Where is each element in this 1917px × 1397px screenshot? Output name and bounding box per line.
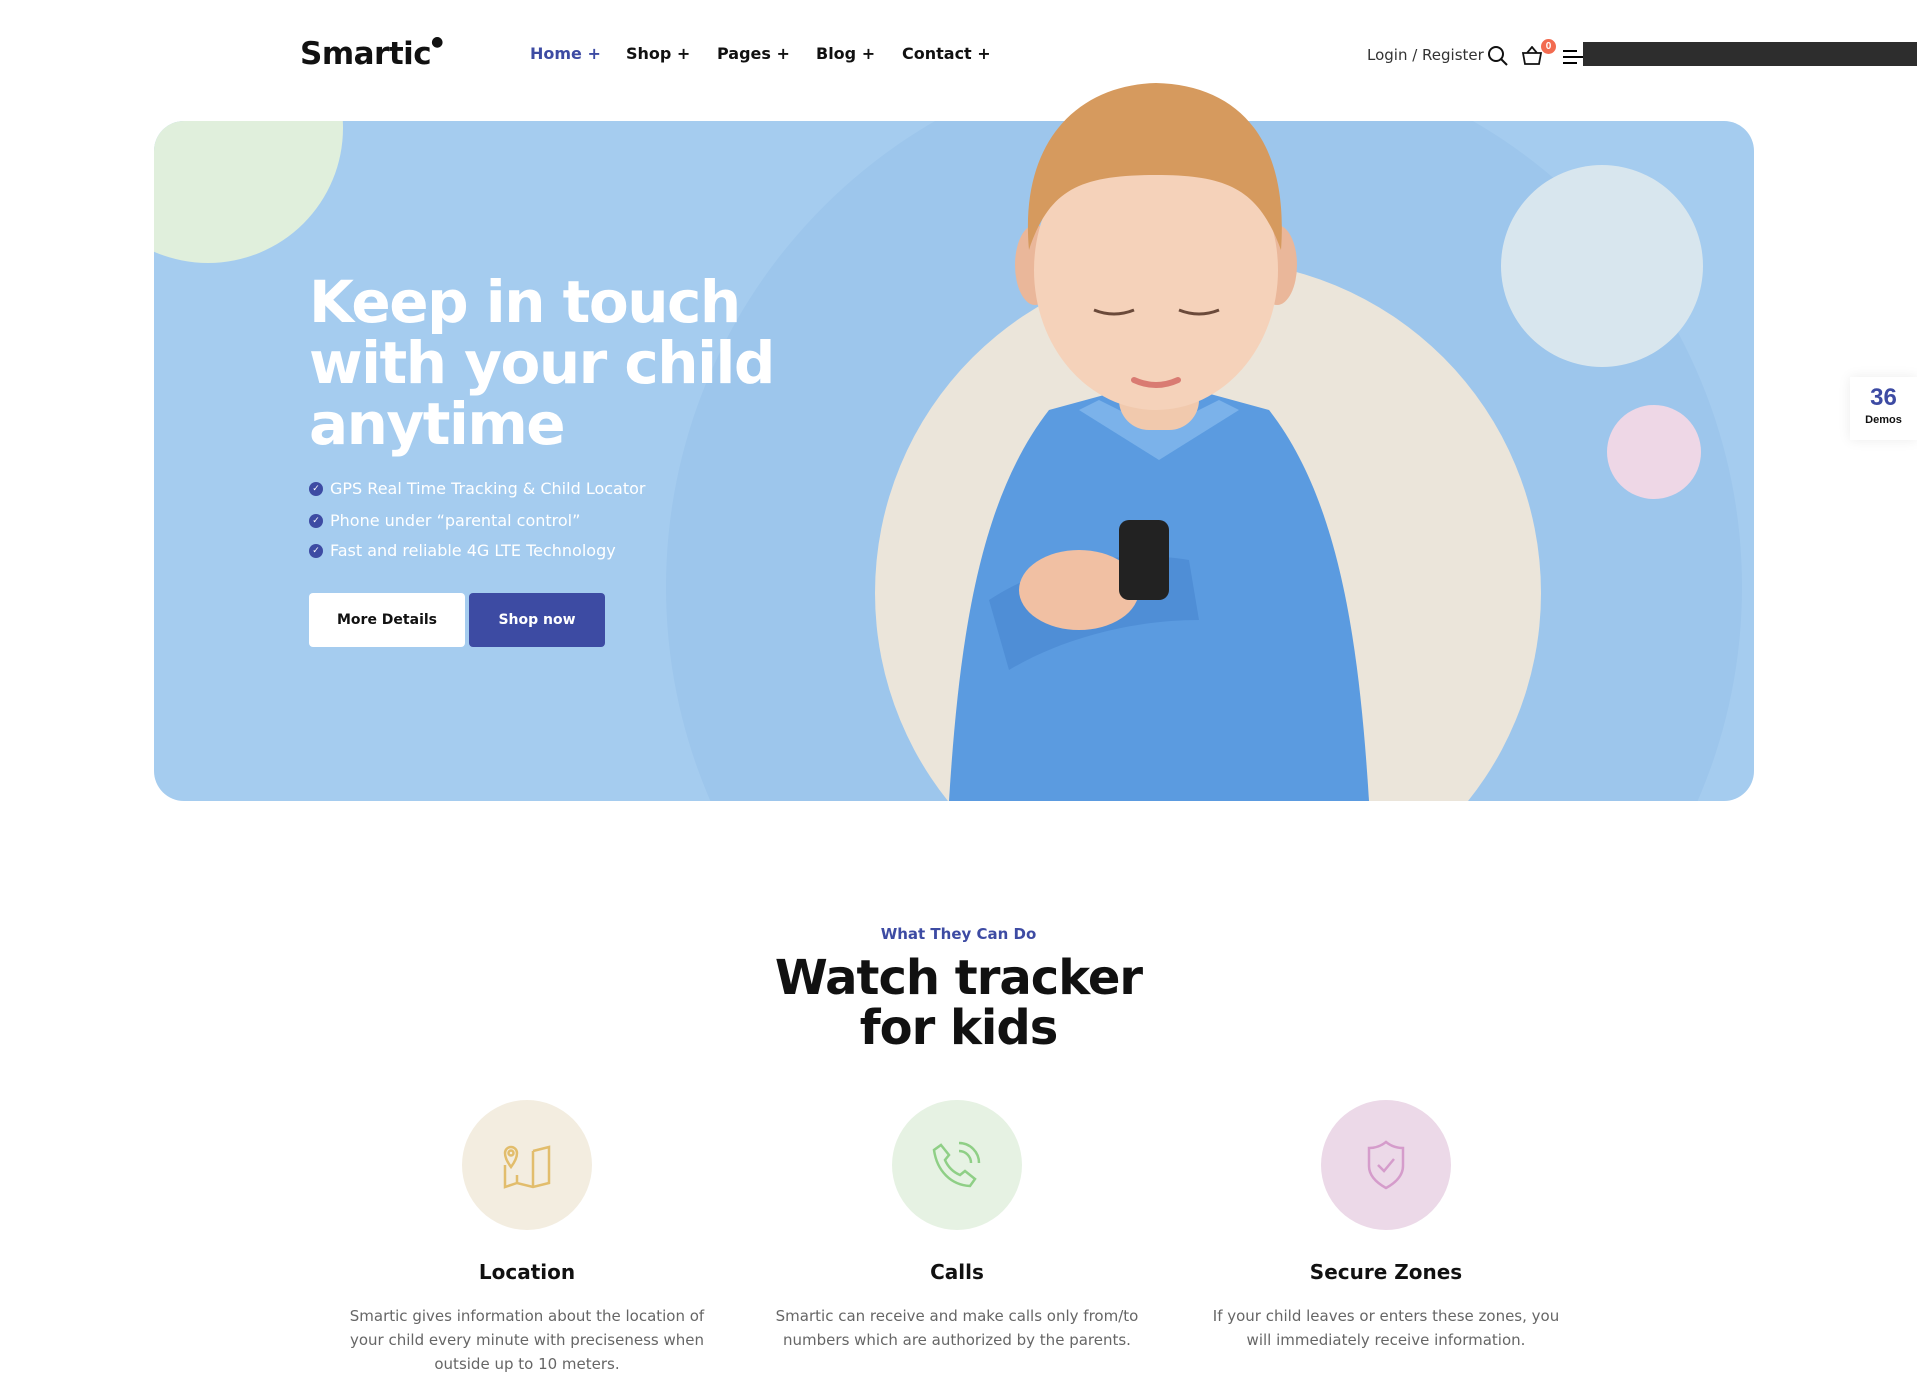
nav-home[interactable]: Home + xyxy=(530,44,601,63)
feature-location: Location Smartic gives information about… xyxy=(327,1100,727,1376)
icon-circle xyxy=(462,1100,592,1230)
demos-widget[interactable]: 36 Demos xyxy=(1850,377,1917,440)
more-details-button[interactable]: More Details xyxy=(309,593,465,647)
shield-check-icon xyxy=(1367,1140,1405,1190)
decor-circle-green xyxy=(154,121,343,263)
check-badge-icon: ✓ xyxy=(309,543,323,558)
feature-bullet: ✓ Phone under “parental control” xyxy=(309,511,580,530)
shop-now-button[interactable]: Shop now xyxy=(469,593,605,647)
hero-title: Keep in touch with your child anytime xyxy=(309,268,775,458)
feature-secure-zones: Secure Zones If your child leaves or ent… xyxy=(1186,1100,1586,1352)
feature-calls: Calls Smartic can receive and make calls… xyxy=(757,1100,1157,1352)
icon-circle xyxy=(892,1100,1022,1230)
cart-count-badge: 0 xyxy=(1541,39,1556,54)
dark-bar xyxy=(1583,42,1917,66)
phone-call-icon xyxy=(932,1141,981,1188)
decor-circle-light xyxy=(1501,165,1703,367)
child-with-smartwatch-image xyxy=(949,83,1369,801)
nav-contact[interactable]: Contact + xyxy=(902,44,991,63)
nav-pages[interactable]: Pages + xyxy=(717,44,790,63)
hamburger-menu-icon[interactable] xyxy=(1563,50,1583,64)
search-icon[interactable] xyxy=(1487,45,1509,67)
logo[interactable]: Smartic● xyxy=(300,34,443,72)
section-title: Watch tracker for kids xyxy=(774,950,1143,1056)
nav-blog[interactable]: Blog + xyxy=(816,44,875,63)
feature-bullet: ✓ Fast and reliable 4G LTE Technology xyxy=(309,541,616,560)
icon-circle xyxy=(1321,1100,1451,1230)
map-pin-icon xyxy=(503,1145,551,1189)
section-kicker: What They Can Do xyxy=(880,925,1037,943)
cart-icon[interactable] xyxy=(1521,46,1543,66)
check-badge-icon: ✓ xyxy=(309,481,323,496)
nav-shop[interactable]: Shop + xyxy=(626,44,690,63)
check-badge-icon: ✓ xyxy=(309,513,323,528)
login-register-link[interactable]: Login / Register xyxy=(1367,46,1484,64)
decor-circle-pink xyxy=(1607,405,1701,499)
feature-bullet: ✓ GPS Real Time Tracking & Child Locator xyxy=(309,479,645,498)
